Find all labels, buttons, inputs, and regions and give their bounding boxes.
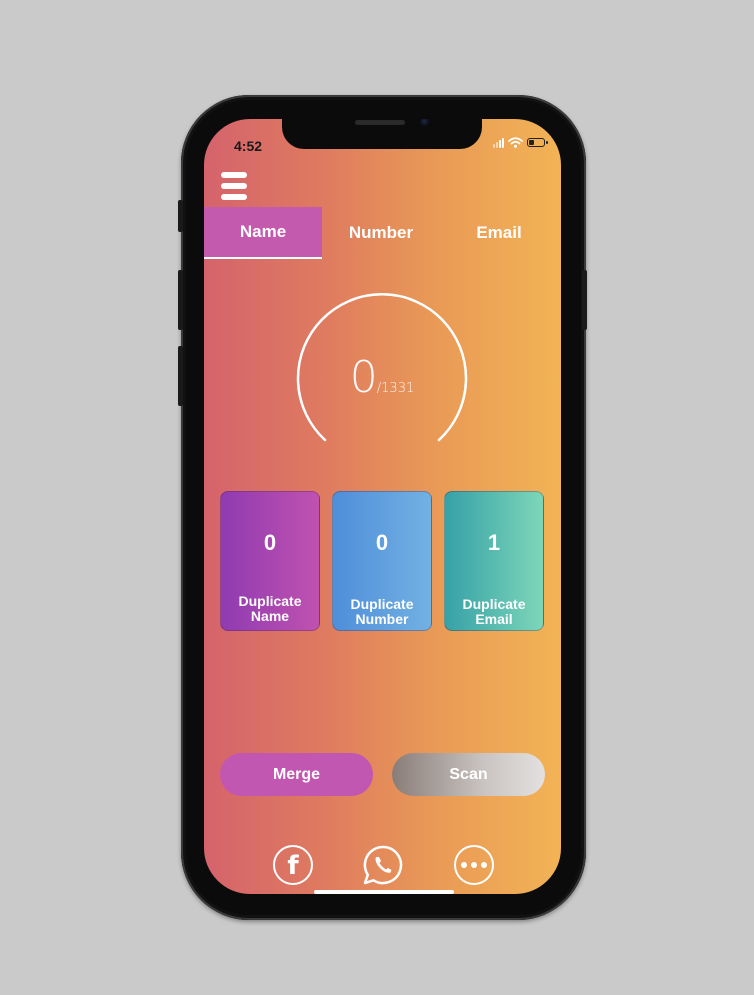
whatsapp-icon[interactable]: [361, 843, 405, 887]
duplicate-name-card[interactable]: 0 Duplicate Name: [220, 491, 320, 631]
cellular-signal-icon: [493, 137, 504, 148]
more-icon[interactable]: [454, 845, 494, 885]
hamburger-menu-icon[interactable]: [221, 172, 247, 202]
duplicate-email-count: 1: [487, 530, 501, 555]
tab-name[interactable]: Name: [204, 207, 322, 259]
wifi-icon: [508, 137, 523, 148]
status-time: 4:52: [234, 138, 263, 154]
duplicate-name-label-line2: Name: [250, 608, 290, 624]
tab-number[interactable]: Number: [322, 207, 440, 259]
progress-gauge: 0/1331: [292, 277, 472, 449]
duplicate-name-count: 0: [263, 530, 277, 555]
notch: [282, 119, 482, 149]
phone-power-button: [582, 270, 587, 330]
duplicate-email-label-line2: Email: [475, 611, 513, 627]
duplicate-email-label-line1: Duplicate: [462, 596, 526, 612]
scan-button[interactable]: Scan: [392, 753, 545, 796]
merge-button[interactable]: Merge: [220, 753, 373, 796]
status-icons: [493, 137, 548, 148]
facebook-icon[interactable]: f: [273, 845, 313, 885]
duplicate-number-label-line1: Duplicate: [350, 596, 414, 612]
gauge-count: 0: [349, 352, 378, 403]
gauge-readout: 0/1331: [292, 352, 472, 403]
duplicate-number-card[interactable]: 0 Duplicate Number: [332, 491, 432, 631]
front-camera: [420, 119, 429, 126]
duplicate-name-label-line1: Duplicate: [238, 593, 302, 609]
tab-bar: Name Number Email: [204, 207, 561, 259]
duplicate-number-count: 0: [375, 530, 389, 555]
phone-mute-switch: [178, 200, 183, 232]
app-screen: 4:52 Name Number Email 0/1331 0 Duplicat…: [204, 119, 561, 894]
duplicate-email-card[interactable]: 1 Duplicate Email: [444, 491, 544, 631]
phone-volume-up: [178, 270, 183, 330]
home-indicator: [314, 890, 454, 894]
battery-icon: [527, 138, 548, 147]
duplicate-number-label-line2: Number: [355, 611, 409, 627]
phone-volume-down: [178, 346, 183, 406]
gauge-total: /1331: [376, 381, 415, 396]
speaker: [355, 120, 405, 125]
tab-email[interactable]: Email: [440, 207, 558, 259]
